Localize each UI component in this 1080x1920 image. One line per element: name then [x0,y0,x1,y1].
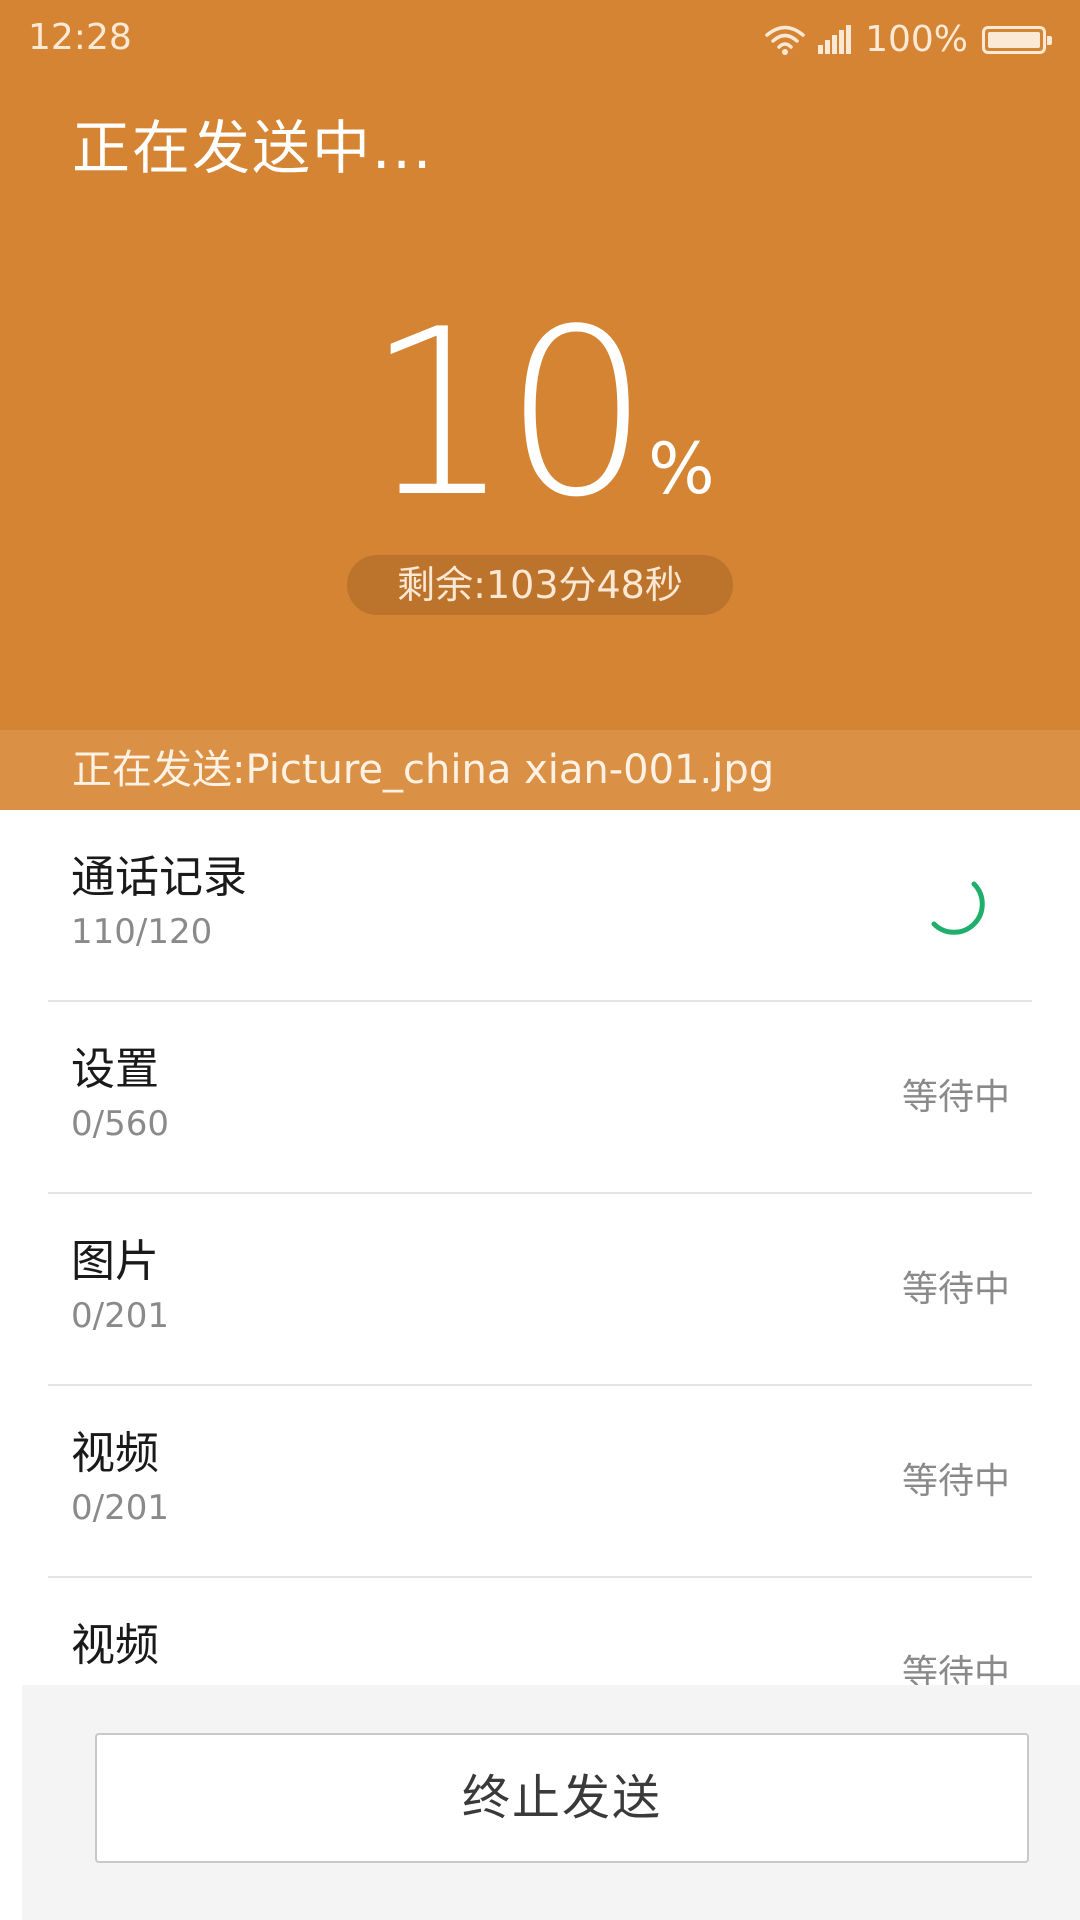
list-item-title: 视频 [71,1428,159,1479]
list-item-title: 图片 [71,1236,159,1287]
send-progress-screen: 12:28 100% 正在发送中... 10% 剩余:103分48秒 正在发送:… [0,0,1080,1920]
battery-percent: 100% [865,19,968,60]
status-bar: 12:28 100% [0,0,1080,76]
remaining-time-badge: 剩余:103分48秒 [347,555,733,615]
battery-icon [982,26,1052,54]
progress-percent: 10% [0,300,1080,530]
wifi-icon [765,24,805,56]
stop-sending-button[interactable]: 终止发送 [95,1733,1029,1863]
list-item-status: 等待中 [901,1461,1010,1502]
page-title: 正在发送中... [72,114,434,182]
list-item-count: 0/560 [71,1104,169,1144]
list-item-count: 110/120 [71,912,213,952]
list-item[interactable]: 通话记录 110/120 [48,810,1032,1002]
progress-value: 10 [365,281,650,548]
progress-header: 12:28 100% 正在发送中... 10% 剩余:103分48秒 [0,0,1080,730]
transfer-list: 通话记录 110/120 设置 0/560 等待中 图片 0/201 等待中 视… [0,810,1080,1770]
list-item[interactable]: 设置 0/560 等待中 [48,1002,1032,1194]
list-item-title: 通话记录 [71,852,247,903]
progress-unit: % [648,428,715,510]
bottom-action-panel: 终止发送 [22,1685,1080,1920]
status-time: 12:28 [28,17,132,58]
list-item-status: 等待中 [901,1269,1010,1310]
loading-spinner-icon [931,881,985,935]
list-item-count: 0/201 [71,1488,169,1528]
signal-icon [817,25,853,55]
list-item-title: 视频 [71,1620,159,1671]
list-item-status: 等待中 [901,1077,1010,1118]
list-item-count: 0/201 [71,1296,169,1336]
current-file-label: 正在发送:Picture_china xian-001.jpg [72,747,775,793]
status-icons: 100% [765,18,1052,62]
list-item-title: 设置 [71,1044,159,1095]
list-item[interactable]: 图片 0/201 等待中 [48,1194,1032,1386]
list-item[interactable]: 视频 0/201 等待中 [48,1386,1032,1578]
current-file-bar: 正在发送:Picture_china xian-001.jpg [0,730,1080,810]
